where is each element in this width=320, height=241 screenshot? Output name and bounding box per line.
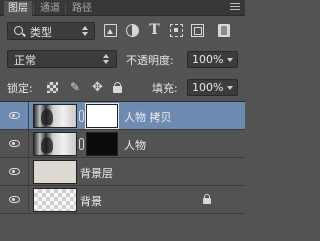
- panel-tab-bar: 图层 通道 路径: [0, 0, 245, 16]
- layer-name[interactable]: 背景层: [80, 165, 113, 181]
- visibility-eye-icon[interactable]: [9, 196, 20, 203]
- layer-row[interactable]: 人物 拷贝: [0, 102, 245, 130]
- layer-name[interactable]: 人物 拷贝: [124, 109, 172, 125]
- layer-thumbnail[interactable]: [33, 132, 77, 156]
- fill-label: 填充:: [152, 82, 178, 95]
- visibility-eye-icon[interactable]: [9, 140, 20, 147]
- mask-link-icon[interactable]: [79, 110, 84, 122]
- search-icon: [14, 26, 23, 35]
- fill-field[interactable]: 100%: [187, 79, 238, 96]
- layer-thumbnail[interactable]: [33, 160, 77, 184]
- lock-label: 锁定:: [7, 82, 33, 95]
- lock-position-icon[interactable]: ✥: [92, 81, 103, 94]
- panel-menu-icon[interactable]: [230, 3, 240, 12]
- fill-dropdown-icon[interactable]: [227, 86, 233, 90]
- lock-paint-icon[interactable]: ✎: [70, 81, 81, 93]
- layer-thumbnail[interactable]: [33, 104, 77, 128]
- tab-paths[interactable]: 路径: [68, 1, 96, 16]
- image-filter-icon[interactable]: [104, 24, 117, 37]
- layer-mask-thumbnail[interactable]: [85, 103, 119, 129]
- blend-mode-select[interactable]: 正常: [7, 50, 117, 68]
- opacity-label: 不透明度:: [126, 54, 174, 67]
- layer-list: 人物 拷贝 人物 背景层 背景: [0, 101, 245, 241]
- tab-channels[interactable]: 通道: [36, 1, 66, 16]
- lock-all-icon[interactable]: [112, 82, 123, 93]
- lock-row: 锁定: ✎ ✥ 填充: 100%: [0, 74, 245, 101]
- layer-name[interactable]: 背景: [80, 193, 102, 209]
- blend-row: 正常 不透明度: 100%: [0, 46, 245, 73]
- layer-name[interactable]: 人物: [124, 137, 146, 153]
- layer-row[interactable]: 背景: [0, 186, 245, 214]
- lock-transparency-icon[interactable]: [47, 82, 58, 93]
- smart-object-filter-icon[interactable]: [191, 24, 204, 37]
- layer-thumbnail[interactable]: [33, 188, 77, 212]
- kind-filter-select[interactable]: 类型: [7, 22, 95, 40]
- type-filter-icon[interactable]: T: [148, 23, 161, 37]
- layer-mask-thumbnail[interactable]: [86, 132, 118, 156]
- layer-row[interactable]: 人物: [0, 130, 245, 158]
- adjustment-filter-icon[interactable]: [126, 24, 139, 37]
- layer-lock-icon: [203, 194, 212, 205]
- opacity-field[interactable]: 100%: [187, 51, 238, 68]
- layer-row[interactable]: 背景层: [0, 158, 245, 186]
- filter-toggle-switch[interactable]: [218, 24, 230, 37]
- opacity-dropdown-icon[interactable]: [227, 58, 233, 62]
- filter-row: 类型 T: [0, 16, 245, 45]
- visibility-eye-icon[interactable]: [9, 168, 20, 175]
- mask-link-icon[interactable]: [79, 138, 84, 150]
- shape-filter-icon[interactable]: [170, 24, 183, 37]
- tab-layers[interactable]: 图层: [4, 1, 34, 16]
- visibility-eye-icon[interactable]: [9, 112, 20, 119]
